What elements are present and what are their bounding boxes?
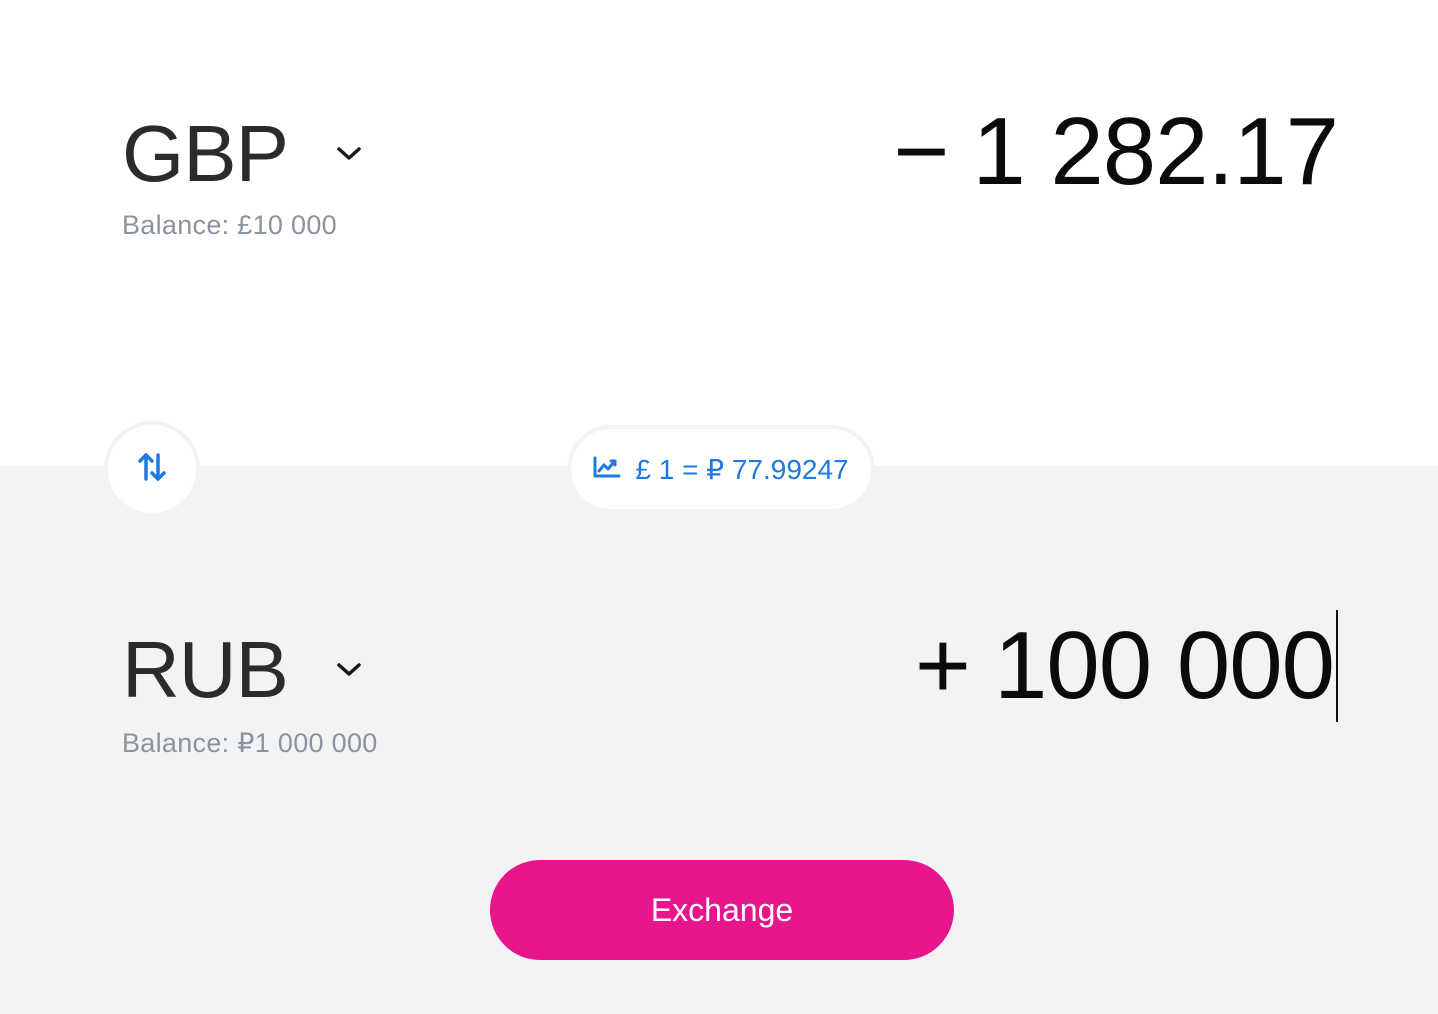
chevron-down-icon <box>336 141 362 167</box>
swap-currencies-button[interactable] <box>104 421 200 517</box>
to-balance-value: ₽1 000 000 <box>237 728 378 758</box>
from-currency-code: GBP <box>122 109 289 198</box>
exchange-rate-pill[interactable]: £ 1 = ₽ 77.99247 <box>567 425 875 513</box>
from-amount-input[interactable]: − 1 282.17 <box>893 98 1339 205</box>
from-currency-selector[interactable]: GBP <box>122 114 362 194</box>
swap-arrows-icon <box>137 451 167 488</box>
to-currency-selector[interactable]: RUB <box>122 630 362 710</box>
to-currency-code: RUB <box>122 625 289 714</box>
exchange-button[interactable]: Exchange <box>490 860 954 960</box>
from-amount-sign: − <box>893 98 949 205</box>
exchange-screen: GBP Balance: £10 000 − 1 282.17 RUB Bala… <box>0 0 1438 1014</box>
text-caret <box>1336 610 1338 722</box>
chevron-down-icon <box>336 657 362 683</box>
to-currency-panel: RUB Balance: ₽1 000 000 + 100 000 Exchan… <box>0 466 1438 1014</box>
to-amount-value: 100 000 <box>993 612 1335 719</box>
trend-chart-icon <box>593 453 621 485</box>
from-balance-value: £10 000 <box>237 210 337 240</box>
to-balance: Balance: ₽1 000 000 <box>122 728 378 759</box>
from-currency-panel: GBP Balance: £10 000 − 1 282.17 <box>0 0 1438 466</box>
from-amount-value: 1 282.17 <box>972 98 1339 205</box>
from-balance: Balance: £10 000 <box>122 210 337 241</box>
to-amount-input[interactable]: + 100 000 <box>915 610 1338 722</box>
to-balance-label: Balance: <box>122 728 230 758</box>
to-amount-sign: + <box>914 612 971 719</box>
from-balance-label: Balance: <box>122 210 230 240</box>
exchange-rate-text: £ 1 = ₽ 77.99247 <box>635 453 849 485</box>
